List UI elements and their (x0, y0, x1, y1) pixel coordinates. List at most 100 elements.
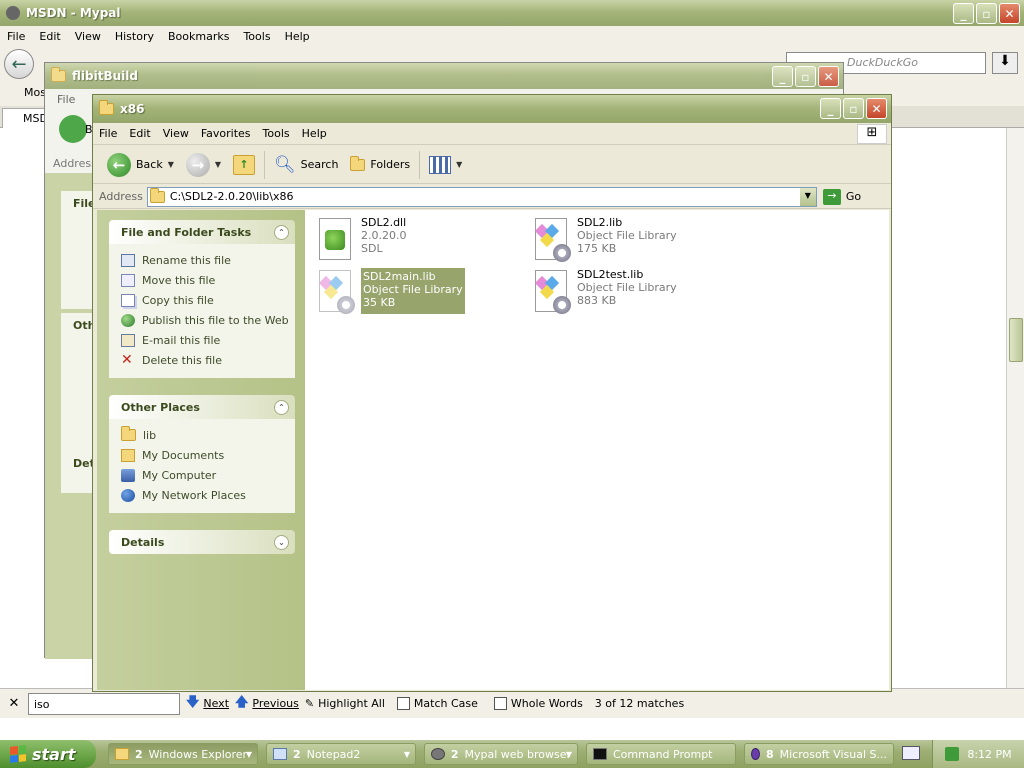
my-computer-icon (121, 468, 135, 482)
back-arrow-icon[interactable]: ← (4, 49, 34, 79)
start-button[interactable]: start (0, 740, 96, 768)
file-item[interactable]: SDL2test.lib Object File Library 883 KB (531, 268, 677, 314)
maximize-button[interactable]: ▫ (976, 3, 997, 24)
other-places-header[interactable]: Other Places ⌃ (109, 395, 295, 419)
chevron-down-icon[interactable]: ▼ (215, 160, 221, 169)
up-folder-button[interactable]: ↑ (227, 150, 261, 180)
menu-favorites[interactable]: Favorites (195, 127, 257, 140)
highlight-all-button[interactable]: ✎ Highlight All (305, 697, 385, 710)
taskbar-button-visual-studio[interactable]: 8 Microsoft Visual S... (744, 743, 894, 765)
menu-edit[interactable]: Edit (123, 127, 156, 140)
find-previous-button[interactable]: 🡅 Previous (235, 693, 299, 715)
folder-icon (99, 100, 114, 115)
explorer-title: x86 (120, 102, 145, 116)
close-button[interactable]: ✕ (866, 98, 887, 119)
collapse-chevron-icon[interactable]: ⌃ (274, 399, 289, 415)
page-scrollbar[interactable] (1006, 128, 1024, 688)
scrollbar-thumb[interactable] (1009, 318, 1023, 362)
back-button[interactable]: ← Back ▼ (101, 150, 180, 180)
network-icon[interactable] (945, 747, 960, 761)
taskbar-button-cmd[interactable]: Command Prompt (586, 743, 736, 765)
match-case-checkbox[interactable]: Match Case (396, 697, 478, 710)
file-list: SDL2.dll 2.0.20.0 SDL SDL2.lib Object Fi… (305, 210, 889, 690)
folders-button[interactable]: Folders (344, 150, 416, 180)
close-button[interactable]: ✕ (818, 66, 839, 87)
chevron-down-icon[interactable]: ▼ (799, 187, 816, 206)
chevron-down-icon[interactable]: ▼ (168, 160, 174, 169)
menu-help[interactable]: Help (296, 127, 333, 140)
lib-file-icon (531, 268, 571, 314)
maximize-button[interactable]: ▫ (843, 98, 864, 119)
task-move[interactable]: Move this file (121, 270, 295, 290)
views-button[interactable]: ▼ (423, 150, 468, 180)
maximize-button[interactable]: ▫ (795, 66, 816, 87)
windows-flag-icon (10, 745, 26, 763)
find-next-button[interactable]: 🡇 Next (186, 693, 229, 715)
place-network[interactable]: My Network Places (121, 485, 295, 505)
folders-icon (350, 155, 366, 171)
explorer-window: x86 _ ▫ ✕ File Edit View Favorites Tools… (92, 94, 892, 692)
menu-tools[interactable]: Tools (236, 30, 277, 43)
forward-button[interactable]: → ▼ (180, 150, 227, 180)
chevron-down-icon: ▼ (403, 749, 410, 759)
folder-icon (149, 187, 165, 203)
menu-file[interactable]: File (93, 127, 123, 140)
details-header[interactable]: Details ⌄ (109, 530, 295, 554)
task-email[interactable]: E-mail this file (121, 330, 295, 350)
place-lib[interactable]: lib (121, 425, 295, 445)
views-icon (429, 155, 452, 174)
pen-icon: ✎ (304, 697, 315, 710)
expand-chevron-icon[interactable]: ⌄ (274, 534, 289, 550)
publish-icon (121, 313, 135, 327)
back-arrow-icon[interactable] (59, 115, 87, 143)
taskbar-button-explorer[interactable]: 2 Windows Explorer ▼ (108, 743, 258, 765)
go-arrow-icon: → (822, 188, 841, 205)
collapse-chevron-icon[interactable]: ⌃ (274, 224, 289, 240)
minimize-button[interactable]: _ (953, 3, 974, 24)
close-icon[interactable]: ✕ (0, 696, 28, 711)
menu-view[interactable]: View (157, 127, 195, 140)
place-my-documents[interactable]: My Documents (121, 445, 295, 465)
task-delete[interactable]: ✕ Delete this file (121, 350, 295, 370)
flibit-menu-file[interactable]: File (45, 89, 75, 111)
search-button[interactable]: 🔍︎ Search (268, 150, 344, 180)
menu-bookmarks[interactable]: Bookmarks (161, 30, 236, 43)
mypal-icon (431, 748, 445, 760)
file-folder-tasks-header[interactable]: File and Folder Tasks ⌃ (109, 220, 295, 244)
flibit-sidebar: File Oth Det (45, 173, 96, 659)
menu-file[interactable]: File (0, 30, 32, 43)
place-my-computer[interactable]: My Computer (121, 465, 295, 485)
address-input[interactable]: C:\SDL2-2.0.20\lib\x86 ▼ (146, 186, 817, 207)
move-icon (121, 273, 135, 287)
toolbar-separator (419, 150, 421, 179)
menu-help[interactable]: Help (278, 30, 317, 43)
close-button[interactable]: ✕ (999, 3, 1020, 24)
menu-edit[interactable]: Edit (32, 30, 67, 43)
browser-titlebar: MSDN - Mypal _ ▫ ✕ (0, 0, 1024, 26)
file-item[interactable]: SDL2.dll 2.0.20.0 SDL (315, 216, 406, 262)
taskbar-button-notepad2[interactable]: 2 Notepad2 ▼ (266, 743, 416, 765)
minimize-button[interactable]: _ (772, 66, 793, 87)
file-item-selected[interactable]: SDL2main.lib Object File Library 35 KB (315, 268, 465, 314)
whole-words-checkbox[interactable]: Whole Words (493, 697, 583, 710)
find-input[interactable]: iso (28, 692, 180, 715)
download-icon[interactable]: ⬇ (992, 52, 1018, 74)
menu-history[interactable]: History (108, 30, 161, 43)
keyboard-icon[interactable] (902, 746, 920, 760)
network-places-icon (121, 488, 135, 502)
minimize-button[interactable]: _ (820, 98, 841, 119)
task-publish[interactable]: Publish this file to the Web (121, 310, 295, 330)
arrow-down-icon: 🡇 (186, 694, 200, 710)
task-rename[interactable]: Rename this file (121, 250, 295, 270)
taskbar-button-mypal[interactable]: 2 Mypal web browser ▼ (424, 743, 578, 765)
clock[interactable]: 8:12 PM (967, 748, 1011, 761)
chevron-down-icon: ▼ (565, 749, 572, 759)
task-copy[interactable]: Copy this file (121, 290, 295, 310)
go-button[interactable]: → Go (822, 188, 861, 205)
chevron-down-icon: ▼ (456, 160, 463, 169)
file-item[interactable]: SDL2.lib Object File Library 175 KB (531, 216, 677, 262)
menu-view[interactable]: View (68, 30, 108, 43)
explorer-toolbar: ← Back ▼ → ▼ ↑ 🔍︎ Search Folders ▼ (93, 146, 891, 184)
email-icon (121, 333, 135, 347)
menu-tools[interactable]: Tools (257, 127, 296, 140)
